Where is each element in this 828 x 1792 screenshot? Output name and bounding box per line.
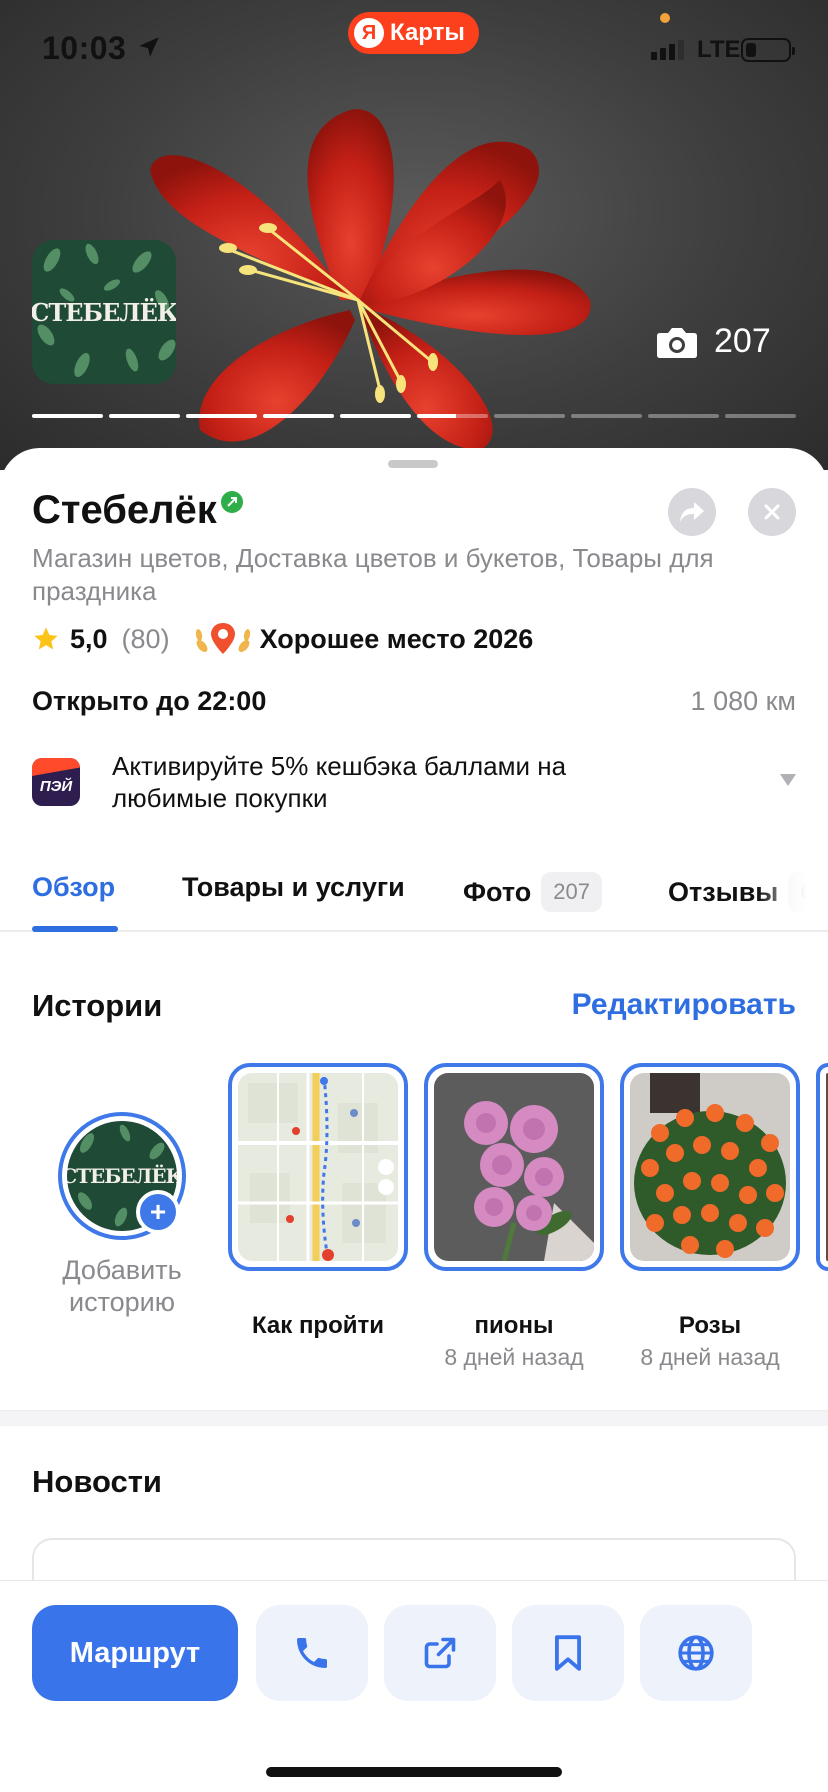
story-item[interactable] <box>424 1063 604 1271</box>
call-button[interactable] <box>256 1605 368 1701</box>
distance: 1 080 км <box>690 686 796 716</box>
camera-icon <box>657 327 697 358</box>
chevron-down-icon[interactable] <box>780 774 796 786</box>
opening-hours[interactable]: Открыто до 22:00 <box>32 686 266 717</box>
tabs-fade <box>758 860 828 930</box>
close-button[interactable] <box>748 488 796 536</box>
photo-count-value: 207 <box>714 322 771 360</box>
status-time: 10:03 <box>42 30 127 66</box>
photo-count[interactable]: 207 <box>656 322 771 361</box>
story-item[interactable] <box>620 1063 800 1271</box>
share-button[interactable] <box>668 488 716 536</box>
reviews-count: (80) <box>121 623 170 654</box>
story-caption: пионы <box>474 1312 554 1339</box>
cashback-promo[interactable]: Активируйте 5% кешбэка баллами на любимы… <box>112 750 672 814</box>
network-type: LTE <box>697 36 741 63</box>
add-story-label[interactable]: Добавить историю <box>32 1254 212 1318</box>
story-date: 8 дней назад <box>444 1344 584 1370</box>
story-item[interactable] <box>228 1063 408 1271</box>
story-caption: Как пройти <box>251 1312 385 1339</box>
brand-name: Карты <box>390 19 465 46</box>
story-item[interactable] <box>816 1063 828 1271</box>
logo-text: СТЕБЕЛЁК <box>67 1164 177 1188</box>
rating-score: 5,0 <box>70 623 108 654</box>
stories-title: Истории <box>32 988 163 1023</box>
star-icon <box>34 627 58 650</box>
plus-icon[interactable]: + <box>136 1190 180 1234</box>
tab-overview[interactable]: Обзор <box>32 872 115 903</box>
award-pin-icon <box>195 623 250 654</box>
open-website-button[interactable] <box>384 1605 496 1701</box>
pay-logo-icon: ПЭЙ <box>32 758 80 806</box>
tab-photos[interactable]: Фото 207 <box>463 872 602 912</box>
yandex-logo-icon: Я <box>354 18 384 48</box>
active-tab-indicator <box>32 926 118 932</box>
bottom-action-bar: Маршрут <box>0 1580 828 1792</box>
map-thumbnail <box>238 1073 398 1261</box>
hero-gallery[interactable]: 10:03 Я Карты LTE СТЕБЕЛЁК 207 <box>0 0 828 470</box>
phone-icon <box>297 1638 327 1668</box>
yandex-maps-badge[interactable]: Я Карты <box>348 12 479 54</box>
share-icon <box>680 502 704 522</box>
place-logo[interactable]: СТЕБЕЛЁК <box>32 240 176 384</box>
bookmark-icon <box>555 1635 581 1671</box>
website-button[interactable] <box>640 1605 752 1701</box>
home-indicator <box>266 1767 562 1777</box>
news-title: Новости <box>32 1464 162 1499</box>
peonies-thumbnail <box>434 1073 594 1261</box>
story-date: 8 дней назад <box>640 1344 780 1370</box>
signal-strength-icon <box>651 40 684 60</box>
story-caption: Розы <box>678 1312 742 1339</box>
sheet-grabber[interactable] <box>388 460 438 468</box>
edit-stories-link[interactable]: Редактировать <box>572 988 796 1022</box>
verified-icon <box>221 491 243 513</box>
external-link-icon <box>424 1637 456 1669</box>
flower-photo <box>150 109 591 450</box>
route-button[interactable]: Маршрут <box>32 1605 238 1701</box>
rating-row[interactable]: 5,0 (80) Хорошее место 2026 <box>32 621 533 657</box>
privacy-indicator-dot <box>660 13 670 23</box>
roses-thumbnail <box>630 1073 790 1261</box>
place-title: Стебелёк <box>32 488 217 532</box>
award-label: Хорошее место 2026 <box>259 623 534 654</box>
good-place-award[interactable]: Хорошее место 2026 <box>194 620 534 658</box>
bookmark-button[interactable] <box>512 1605 624 1701</box>
section-divider <box>0 1410 828 1426</box>
battery-icon <box>741 38 795 62</box>
tab-badge: 207 <box>541 872 602 912</box>
location-arrow-icon <box>139 37 159 57</box>
close-icon <box>764 504 780 520</box>
tab-products-services[interactable]: Товары и услуги <box>182 872 405 903</box>
tab-bar: Обзор Товары и услуги Фото 207 Отзывы 68 <box>0 860 828 932</box>
logo-text: СТЕБЕЛЁК <box>32 297 176 327</box>
globe-icon <box>678 1635 714 1671</box>
place-categories: Магазин цветов, Доставка цветов и букето… <box>32 543 714 606</box>
gallery-progress <box>32 414 796 418</box>
